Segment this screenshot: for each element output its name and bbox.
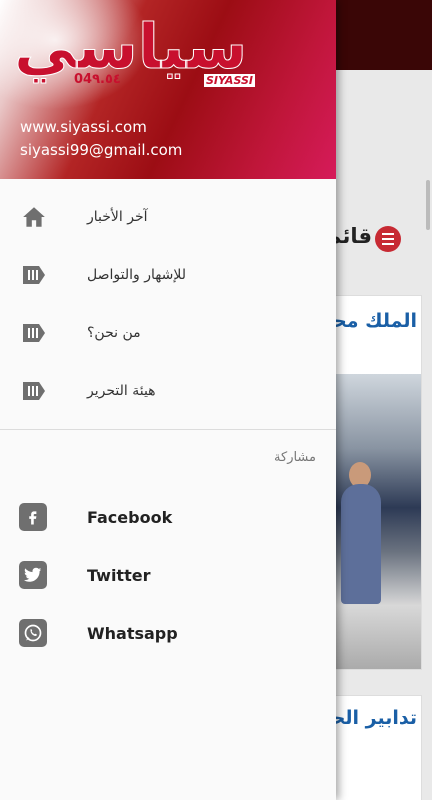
- social-label: Twitter: [87, 565, 151, 585]
- share-title: مشاركة: [274, 450, 316, 465]
- nav-item-advertising-contact[interactable]: للإشهار والتواصل: [0, 246, 336, 304]
- share-whatsapp[interactable]: Whatsapp: [0, 604, 336, 662]
- label-tag-icon: [20, 261, 48, 289]
- article-photo[interactable]: [331, 374, 421, 669]
- scrollbar[interactable]: [426, 180, 430, 230]
- whatsapp-icon: [19, 619, 47, 647]
- share-facebook[interactable]: Facebook: [0, 488, 336, 546]
- section-title: قائمة: [330, 224, 372, 248]
- nav-item-label: من نحن؟: [87, 325, 141, 341]
- share-section-header: مشاركة: [0, 430, 336, 482]
- label-tag-icon: [20, 377, 48, 405]
- social-label: Whatsapp: [87, 623, 178, 643]
- logo-arabic-text: سياسي: [13, 10, 249, 84]
- section-header: قائمة: [330, 222, 432, 256]
- facebook-icon: [19, 503, 47, 531]
- nav-item-editorial-board[interactable]: هيئة التحرير: [0, 362, 336, 420]
- label-tag-icon: [20, 319, 48, 347]
- site-email: siyassi99@gmail.com: [20, 141, 183, 159]
- list-menu-icon[interactable]: [375, 226, 401, 252]
- article-card[interactable]: الملك محمد رئيس: [330, 295, 422, 670]
- nav-item-about-us[interactable]: من نحن؟: [0, 304, 336, 362]
- logo-digits: 04٩.٥٤: [74, 72, 121, 87]
- site-url: www.siyassi.com: [20, 118, 147, 136]
- share-twitter[interactable]: Twitter: [0, 546, 336, 604]
- home-icon: [20, 203, 48, 231]
- logo-latin-text: SIYASSI: [204, 74, 255, 87]
- nav-item-label: للإشهار والتواصل: [87, 267, 187, 283]
- nav-item-label: آخر الأخبار: [87, 209, 148, 225]
- social-label: Facebook: [87, 507, 173, 527]
- siyassi-logo: سياسي 04٩.٥٤ SIYASSI: [13, 10, 264, 100]
- navigation-drawer[interactable]: سياسي 04٩.٥٤ SIYASSI www.siyassi.com siy…: [0, 0, 336, 800]
- nav-item-latest-news[interactable]: آخر الأخبار: [0, 188, 336, 246]
- social-list: Facebook Twitter Whatsapp: [0, 488, 336, 662]
- article-card[interactable]: تدابير الحديدية: [330, 695, 422, 800]
- drawer-header: سياسي 04٩.٥٤ SIYASSI www.siyassi.com siy…: [0, 0, 336, 179]
- nav-item-label: هيئة التحرير: [87, 383, 156, 399]
- twitter-icon: [19, 561, 47, 589]
- article-headline[interactable]: تدابير الحديدية: [331, 700, 417, 736]
- article-headline[interactable]: الملك محمد رئيس: [331, 304, 417, 338]
- nav-list: آخر الأخبار للإشهار والتواصل من نحن؟ هيئ…: [0, 188, 336, 420]
